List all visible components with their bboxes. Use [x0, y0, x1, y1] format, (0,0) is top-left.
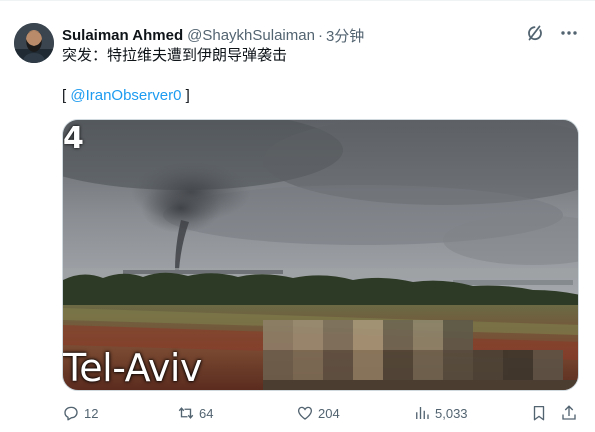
- repost-button[interactable]: 64: [177, 401, 213, 425]
- like-count: 204: [318, 405, 340, 421]
- header-actions: [525, 23, 579, 43]
- tweet-text: 突发：特拉维夫遭到伊朗导弹袭击: [62, 46, 288, 64]
- reply-icon: [64, 406, 78, 421]
- separator-dot: ·: [317, 26, 323, 44]
- reply-count: 12: [84, 405, 99, 421]
- author-handle[interactable]: @ShaykhSulaiman: [187, 27, 315, 44]
- avatar-image: [14, 23, 54, 63]
- repost-icon: [178, 407, 194, 419]
- like-button[interactable]: 204: [296, 401, 340, 425]
- tweet-header: Sulaiman Ahmed @ShaykhSulaiman · 3分钟: [62, 25, 581, 45]
- media-corner-mark: 4: [63, 121, 84, 156]
- mention-line: [ @IranObserver0 ]: [62, 86, 190, 106]
- mention-bracket-close: ]: [181, 87, 190, 104]
- repost-count: 64: [199, 405, 214, 421]
- timestamp[interactable]: 3分钟: [326, 25, 364, 46]
- heart-icon: [297, 406, 313, 420]
- reply-button[interactable]: 12: [62, 401, 98, 425]
- tweet-media[interactable]: 4 Tel-Aviv: [62, 119, 579, 391]
- views-button[interactable]: 5,033: [413, 401, 468, 425]
- author-name[interactable]: Sulaiman Ahmed: [62, 27, 183, 44]
- mention-link[interactable]: @IranObserver0: [70, 87, 181, 104]
- views-count: 5,033: [435, 405, 468, 421]
- bookmark-button[interactable]: [530, 401, 548, 425]
- grok-icon[interactable]: [525, 23, 545, 43]
- bookmark-icon: [533, 405, 545, 421]
- avatar[interactable]: [14, 23, 54, 63]
- media-caption: Tel-Aviv: [63, 346, 202, 390]
- share-icon: [562, 405, 576, 420]
- action-bar: 12 64 204 5,033: [62, 401, 581, 425]
- views-icon: [416, 407, 429, 419]
- more-icon[interactable]: [559, 23, 579, 43]
- share-button[interactable]: [560, 401, 578, 425]
- tweet[interactable]: Sulaiman Ahmed @ShaykhSulaiman · 3分钟 突发：…: [0, 0, 595, 432]
